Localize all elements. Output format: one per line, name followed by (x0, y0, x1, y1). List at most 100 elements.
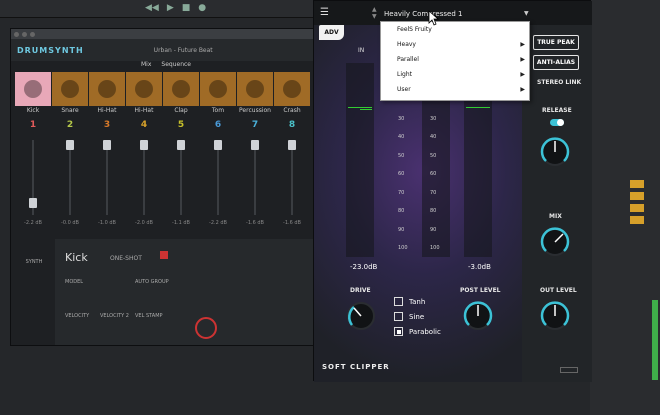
pad-fader[interactable] (89, 136, 125, 220)
stereo-link-toggle[interactable] (550, 119, 564, 126)
anti-alias-button[interactable]: ANTI-ALIAS (533, 55, 579, 70)
scale-tick: 100 (398, 245, 408, 251)
play-icon[interactable]: ▶ (167, 3, 174, 13)
window-close-icon[interactable] (14, 31, 19, 37)
pad-faders (11, 130, 314, 220)
pad-numbers: 1 2 3 4 5 6 7 8 (11, 114, 314, 130)
scale-tick: 80 (398, 208, 405, 214)
synth-side-panel: SYNTH (25, 259, 43, 265)
drum-header: DRUMSYNTH Urban - Future Beat (11, 39, 314, 61)
fader-handle[interactable] (214, 140, 222, 150)
dropdown-item[interactable]: Parallel ▶ (381, 52, 529, 67)
tab-mix[interactable]: Mix (141, 61, 151, 71)
dropdown-item[interactable]: Light ▶ (381, 67, 529, 82)
preset-dropdown-icon[interactable]: ▼ (524, 10, 529, 17)
scale-tick: 40 (398, 134, 405, 140)
fader-handle[interactable] (251, 140, 259, 150)
adv-button[interactable]: ADV (319, 25, 344, 40)
pad-fader[interactable] (52, 136, 88, 220)
scale-tick: 30 (430, 115, 437, 122)
audio-clip[interactable] (630, 192, 644, 200)
pad-fader[interactable] (126, 136, 162, 220)
pad-detail-panel: Kick ONE-SHOT MODEL AUTO GROUP VELOCITY … (55, 239, 315, 345)
drum-pad[interactable] (52, 72, 88, 106)
scale-tick: 70 (398, 189, 405, 196)
menu-icon[interactable]: ☰ (320, 7, 329, 18)
fader-handle[interactable] (288, 140, 296, 150)
checkbox-parabolic[interactable] (394, 327, 403, 336)
post-level-label: POST LEVEL (460, 287, 501, 294)
record-icon[interactable]: ● (198, 3, 206, 13)
tab-sequence[interactable]: Sequence (161, 61, 191, 71)
drum-titlebar (11, 29, 314, 39)
dropdown-item[interactable]: User ▶ (381, 82, 529, 97)
fader-handle[interactable] (29, 198, 37, 208)
checkbox-sine[interactable] (394, 312, 403, 321)
pad-fader[interactable] (237, 136, 273, 220)
dropdown-item[interactable]: Heavy ▶ (381, 37, 529, 52)
scale-tick: 50 (430, 152, 437, 159)
pad-label: Snare (61, 107, 79, 114)
pad-fader[interactable] (200, 136, 236, 220)
drum-preset-name[interactable]: Urban - Future Beat (154, 47, 213, 54)
fader-value: -2.0 dB (135, 220, 153, 226)
instrument-icon (172, 80, 190, 98)
fader-handle[interactable] (177, 140, 185, 150)
post-level-knob[interactable] (461, 299, 495, 333)
audio-clip[interactable] (630, 180, 644, 188)
one-shot-checkbox[interactable] (160, 251, 168, 259)
pad-fader[interactable] (163, 136, 199, 220)
drum-pad[interactable] (126, 72, 162, 106)
submenu-arrow-icon: ▶ (520, 86, 525, 93)
mix-knob[interactable] (538, 225, 572, 259)
fader-handle[interactable] (103, 140, 111, 150)
shape-label: Parabolic (409, 327, 441, 336)
audio-clip[interactable] (630, 216, 644, 224)
scale-tick: 80 (430, 208, 437, 214)
drum-pad[interactable] (274, 72, 310, 106)
dropdown-item[interactable]: FeelS Fruity (381, 22, 529, 37)
drum-pads (11, 71, 314, 107)
submenu-arrow-icon: ▶ (520, 56, 525, 63)
in-label: IN (358, 47, 365, 54)
input-meter (346, 63, 374, 257)
shape-parabolic[interactable]: Parabolic (394, 327, 441, 336)
drum-pad[interactable] (237, 72, 273, 106)
fader-handle[interactable] (140, 140, 148, 150)
pad-number: 1 (29, 120, 37, 130)
fader-handle[interactable] (66, 140, 74, 150)
drum-pad[interactable] (163, 72, 199, 106)
drum-tabs: Mix Sequence (11, 61, 314, 71)
preset-name[interactable]: Heavily Compressed 1 (384, 10, 462, 18)
fader-track (291, 140, 293, 215)
pad-fader[interactable] (274, 136, 310, 220)
dropdown-item-label: Parallel (397, 56, 419, 63)
stereo-link-label: STEREO LINK (537, 79, 582, 86)
shape-tanh[interactable]: Tanh (394, 297, 425, 306)
scale-tick: 30 (398, 115, 405, 122)
true-peak-button[interactable]: TRUE PEAK (533, 35, 579, 50)
window-maximize-icon[interactable] (30, 31, 35, 37)
drive-knob[interactable] (344, 299, 378, 333)
out-level-knob[interactable] (538, 299, 572, 333)
one-shot-label: ONE-SHOT (110, 255, 142, 262)
meter-peak (466, 107, 490, 108)
instrument-icon (246, 80, 264, 98)
drum-pad[interactable] (89, 72, 125, 106)
release-knob[interactable] (538, 135, 572, 169)
rewind-icon[interactable]: ◀◀ (145, 3, 159, 13)
scale-tick: 100 (430, 245, 440, 251)
checkbox-tanh[interactable] (394, 297, 403, 306)
mouse-cursor-icon (428, 10, 440, 26)
drum-pad[interactable] (15, 72, 51, 106)
audio-clip[interactable] (630, 204, 644, 212)
drum-pad[interactable] (200, 72, 236, 106)
pad-label: Crash (283, 107, 301, 114)
window-minimize-icon[interactable] (22, 31, 27, 37)
preset-arrows-icon[interactable]: ▲ ▼ (372, 6, 377, 20)
shape-sine[interactable]: Sine (394, 312, 424, 321)
fader-value: -1.1 dB (172, 220, 190, 226)
stop-icon[interactable]: ■ (182, 3, 191, 13)
pad-fader[interactable] (15, 136, 51, 220)
envelope-knob[interactable] (195, 317, 217, 339)
